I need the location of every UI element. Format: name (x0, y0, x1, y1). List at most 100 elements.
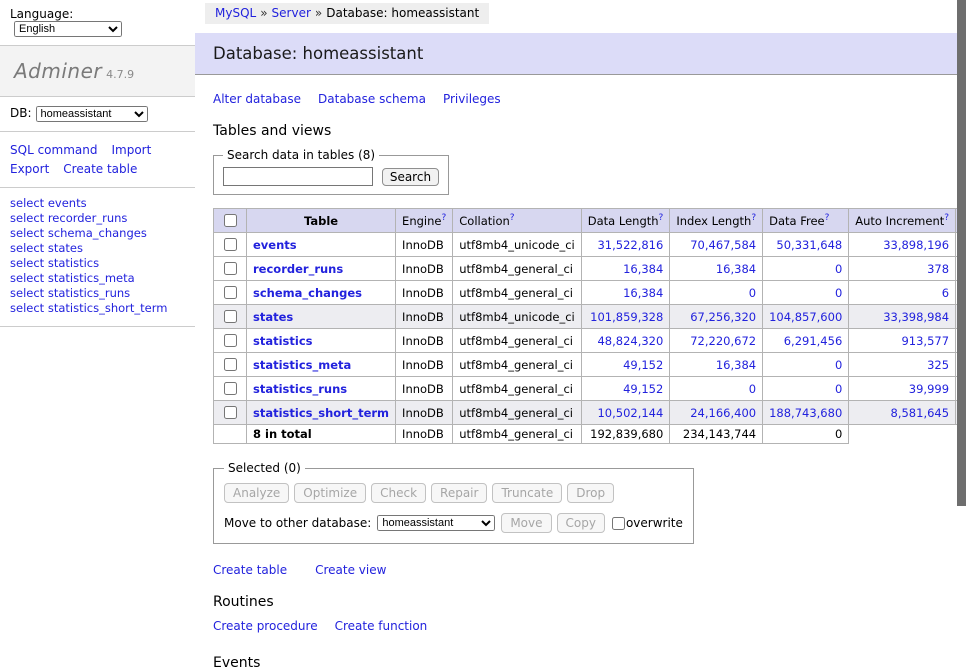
sidebar-table-link-select-recorder-runs[interactable]: select recorder_runs (10, 211, 185, 226)
language-select[interactable]: English (14, 21, 122, 37)
column-help-link[interactable]: ? (441, 213, 446, 223)
sidebar-action-create-table[interactable]: Create table (63, 162, 137, 176)
column-help-link[interactable]: ? (751, 213, 756, 223)
data-length-link[interactable]: 16,384 (623, 262, 663, 276)
table-link[interactable]: recorder_runs (253, 262, 343, 276)
auto-increment-link[interactable]: 913,577 (901, 334, 949, 348)
breadcrumb-link-server[interactable]: Server (272, 6, 311, 20)
data-length-link[interactable]: 49,152 (623, 358, 663, 372)
auto-increment-link[interactable]: 33,898,196 (883, 238, 949, 252)
sidebar-table-link-select-statistics-short-term[interactable]: select statistics_short_term (10, 301, 185, 316)
column-help-link[interactable]: ? (510, 213, 515, 223)
sidebar-action-import[interactable]: Import (111, 143, 151, 157)
move-button[interactable]: Move (501, 513, 551, 533)
data-free-link[interactable]: 0 (835, 358, 842, 372)
database-links: Alter database Database schema Privileges (213, 92, 966, 106)
row-checkbox[interactable] (224, 382, 237, 395)
app-version: 4.7.9 (106, 68, 134, 81)
index-length-link[interactable]: 16,384 (716, 262, 756, 276)
sidebar-action-export[interactable]: Export (10, 162, 49, 176)
scrollbar-thumb[interactable] (957, 0, 966, 506)
column-help-link[interactable]: ? (825, 213, 830, 223)
auto-increment-link[interactable]: 325 (927, 358, 949, 372)
table-link[interactable]: events (253, 238, 297, 252)
table-row-statistics: statisticsInnoDButf8mb4_general_ci48,824… (214, 329, 966, 353)
sidebar-table-link-select-schema-changes[interactable]: select schema_changes (10, 226, 185, 241)
sidebar-action-sql-command[interactable]: SQL command (10, 143, 97, 157)
breadcrumb-link-mysql[interactable]: MySQL (215, 6, 256, 20)
data-length-link[interactable]: 16,384 (623, 286, 663, 300)
auto-increment-link[interactable]: 39,999 (909, 382, 949, 396)
data-free-link[interactable]: 188,743,680 (769, 406, 842, 420)
search-input[interactable] (223, 167, 373, 186)
check-button[interactable]: Check (371, 483, 426, 503)
row-checkbox[interactable] (224, 334, 237, 347)
overwrite-label: overwrite (626, 516, 683, 530)
sidebar-table-link-select-states[interactable]: select states (10, 241, 185, 256)
index-length-link[interactable]: 67,256,320 (690, 310, 756, 324)
table-link[interactable]: states (253, 310, 293, 324)
row-checkbox[interactable] (224, 286, 237, 299)
select-all-checkbox[interactable] (224, 214, 237, 227)
index-length-link[interactable]: 16,384 (716, 358, 756, 372)
sidebar-table-link-select-statistics[interactable]: select statistics (10, 256, 185, 271)
db-label: DB: (10, 106, 32, 120)
search-button[interactable]: Search (382, 168, 439, 186)
data-length-link[interactable]: 48,824,320 (597, 334, 663, 348)
column-help-link[interactable]: ? (659, 213, 664, 223)
sidebar-table-link-select-statistics-meta[interactable]: select statistics_meta (10, 271, 185, 286)
cell-data-length: 49,152 (581, 353, 670, 377)
move-db-select[interactable]: homeassistant (377, 515, 495, 531)
row-checkbox[interactable] (224, 358, 237, 371)
sidebar-table-link-select-events[interactable]: select events (10, 196, 185, 211)
data-free-link[interactable]: 0 (835, 286, 842, 300)
index-length-link[interactable]: 24,166,400 (690, 406, 756, 420)
row-checkbox[interactable] (224, 406, 237, 419)
index-length-link[interactable]: 72,220,672 (690, 334, 756, 348)
column-help-link[interactable]: ? (944, 213, 949, 223)
table-link[interactable]: statistics_meta (253, 358, 351, 372)
table-link[interactable]: statistics_runs (253, 382, 347, 396)
table-link[interactable]: statistics_short_term (253, 406, 389, 420)
sidebar-table-link-select-statistics-runs[interactable]: select statistics_runs (10, 286, 185, 301)
data-free-link[interactable]: 104,857,600 (769, 310, 842, 324)
auto-increment-link[interactable]: 33,398,984 (883, 310, 949, 324)
auto-increment-link[interactable]: 8,581,645 (891, 406, 950, 420)
analyze-button[interactable]: Analyze (224, 483, 289, 503)
db-link-database-schema[interactable]: Database schema (318, 92, 426, 106)
repair-button[interactable]: Repair (431, 483, 487, 503)
db-link-privileges[interactable]: Privileges (443, 92, 501, 106)
row-checkbox[interactable] (224, 262, 237, 275)
row-checkbox[interactable] (224, 238, 237, 251)
data-length-link[interactable]: 49,152 (623, 382, 663, 396)
db-link-alter-database[interactable]: Alter database (213, 92, 301, 106)
data-length-link[interactable]: 31,522,816 (597, 238, 663, 252)
create-view-link[interactable]: Create view (315, 563, 386, 577)
index-length-link[interactable]: 70,467,584 (690, 238, 756, 252)
cell-table-name: statistics_short_term (247, 401, 396, 425)
index-length-link[interactable]: 0 (749, 382, 756, 396)
auto-increment-link[interactable]: 378 (927, 262, 949, 276)
auto-increment-link[interactable]: 6 (942, 286, 949, 300)
row-checkbox[interactable] (224, 310, 237, 323)
create-function-link[interactable]: Create function (335, 619, 428, 633)
truncate-button[interactable]: Truncate (492, 483, 562, 503)
data-free-link[interactable]: 6,291,456 (784, 334, 843, 348)
create-table-link[interactable]: Create table (213, 563, 287, 577)
data-free-link[interactable]: 50,331,648 (776, 238, 842, 252)
data-length-link[interactable]: 10,502,144 (597, 406, 663, 420)
data-length-link[interactable]: 101,859,328 (590, 310, 663, 324)
db-select[interactable]: homeassistant (36, 106, 148, 122)
copy-button[interactable]: Copy (557, 513, 605, 533)
index-length-link[interactable]: 0 (749, 286, 756, 300)
table-row-recorder-runs: recorder_runsInnoDButf8mb4_general_ci16,… (214, 257, 966, 281)
data-free-link[interactable]: 0 (835, 382, 842, 396)
drop-button[interactable]: Drop (567, 483, 614, 503)
optimize-button[interactable]: Optimize (294, 483, 366, 503)
overwrite-checkbox[interactable] (612, 517, 625, 530)
table-link[interactable]: schema_changes (253, 286, 362, 300)
table-link[interactable]: statistics (253, 334, 313, 348)
data-free-link[interactable]: 0 (835, 262, 842, 276)
create-procedure-link[interactable]: Create procedure (213, 619, 318, 633)
scrollbar[interactable] (957, 0, 966, 543)
